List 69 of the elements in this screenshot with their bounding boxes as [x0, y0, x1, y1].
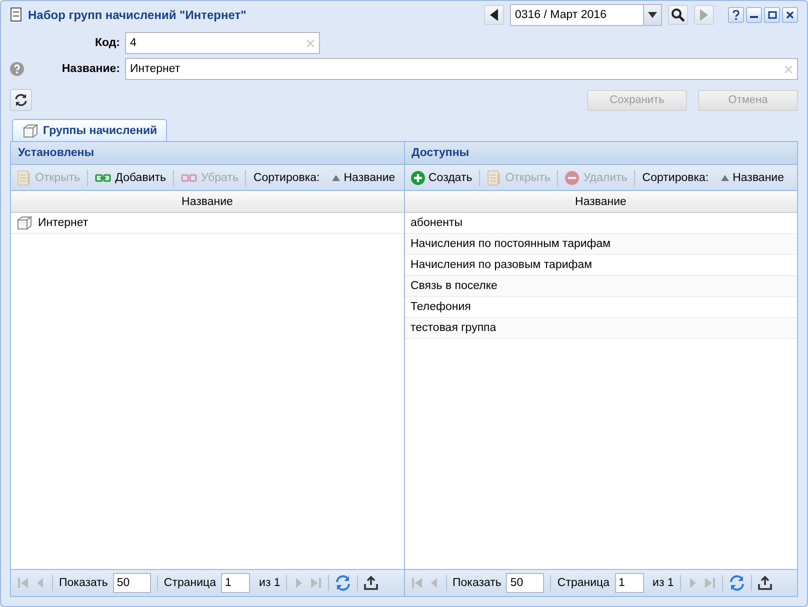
- close-button[interactable]: [782, 6, 798, 22]
- panel-title: Доступны: [404, 142, 797, 165]
- question-mark-icon: [732, 10, 740, 20]
- minimize-icon: [750, 16, 758, 18]
- plus-icon: [410, 170, 424, 184]
- sort-ascending-icon: [720, 174, 729, 180]
- sort-label: Сортировка:: [252, 172, 321, 184]
- toolbar-button[interactable]: Создать: [406, 168, 476, 188]
- refresh-icon[interactable]: [335, 575, 352, 591]
- chain-link-icon: [95, 172, 112, 182]
- document-icon: [10, 7, 22, 22]
- close-icon: [786, 10, 794, 18]
- sort-button[interactable]: Название: [328, 168, 400, 188]
- page-count: из 1: [259, 577, 280, 589]
- column-header[interactable]: Название: [11, 191, 404, 213]
- refresh-button[interactable]: [10, 89, 32, 111]
- panel-title: Установлены: [11, 142, 404, 165]
- first-page-icon[interactable]: [410, 577, 422, 589]
- first-page-icon[interactable]: [17, 577, 29, 589]
- sort-ascending-icon: [332, 174, 340, 180]
- page-label: Страница: [164, 577, 216, 589]
- upload-icon[interactable]: [758, 576, 772, 590]
- page-size-label: Показать: [59, 577, 108, 589]
- minus-icon: [565, 170, 580, 184]
- document-icon: [487, 170, 502, 186]
- broken-link-icon: [181, 172, 197, 182]
- document-icon: [17, 170, 31, 186]
- page-size-field[interactable]: 50: [112, 573, 151, 593]
- text-field[interactable]: Интернет: [125, 58, 798, 80]
- page-size-field[interactable]: 50: [506, 573, 544, 593]
- sort-button[interactable]: Название: [716, 168, 788, 188]
- previous-button[interactable]: [484, 4, 504, 24]
- field-label: Код:: [94, 37, 121, 49]
- box-icon: [23, 124, 38, 138]
- clear-icon[interactable]: [784, 64, 793, 74]
- page-size-label: Показать: [452, 577, 502, 589]
- page-field[interactable]: 1: [221, 573, 250, 593]
- refresh-icon: [14, 93, 28, 107]
- window-title: Набор групп начислений "Интернет": [28, 8, 248, 22]
- page-label: Страница: [557, 577, 610, 589]
- last-page-icon[interactable]: [704, 577, 716, 589]
- table-row[interactable]: Интернет: [11, 213, 404, 234]
- text-field[interactable]: 4: [125, 32, 320, 54]
- maximize-icon: [768, 10, 776, 18]
- last-page-icon[interactable]: [310, 577, 322, 589]
- help-button[interactable]: [728, 6, 744, 22]
- maximize-button[interactable]: [764, 6, 780, 22]
- box-icon: [17, 216, 32, 230]
- table-row[interactable]: тестовая группа: [404, 318, 797, 339]
- dropdown-arrow-icon: [648, 12, 657, 18]
- column-header[interactable]: Название: [404, 191, 797, 213]
- table-row[interactable]: Начисления по постоянным тарифам: [404, 234, 797, 255]
- triangle-right-icon: [699, 8, 709, 20]
- clear-icon[interactable]: [306, 38, 315, 48]
- toolbar-button[interactable]: Добавить: [91, 168, 170, 188]
- triangle-left-icon: [489, 8, 499, 20]
- page-field[interactable]: 1: [614, 573, 644, 593]
- upload-icon[interactable]: [364, 576, 378, 590]
- minimize-button[interactable]: [746, 6, 762, 22]
- help-icon[interactable]: [10, 62, 24, 76]
- table-row[interactable]: Связь в поселке: [404, 276, 797, 297]
- period-dropdown[interactable]: 0316 / Март 2016: [510, 4, 662, 26]
- sort-label: Сортировка:: [641, 172, 710, 184]
- refresh-icon[interactable]: [728, 575, 745, 591]
- tab[interactable]: Группы начислений: [12, 119, 168, 141]
- search-icon: [671, 8, 685, 22]
- search-button[interactable]: [668, 4, 688, 24]
- field-label: Название:: [60, 63, 121, 75]
- page-count: из 1: [652, 577, 674, 589]
